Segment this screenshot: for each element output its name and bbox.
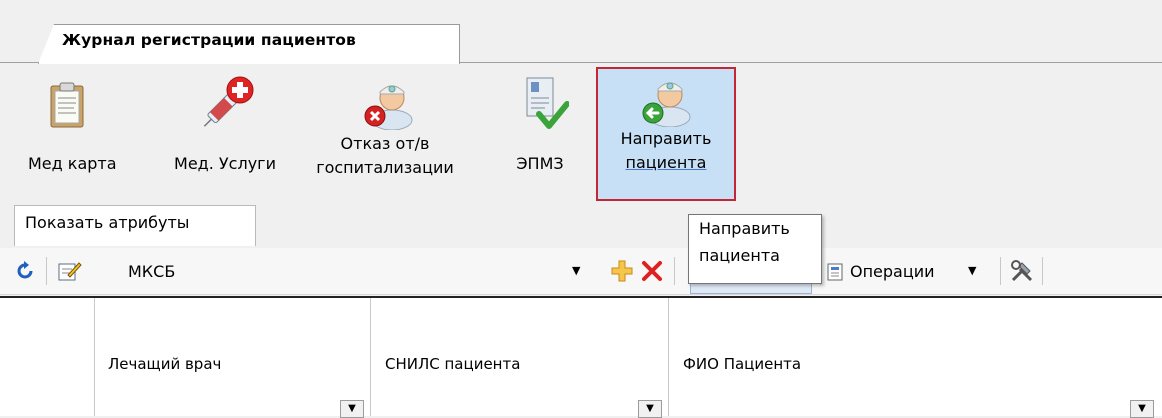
column-filter-button[interactable]: ▼ [1130, 400, 1154, 418]
add-icon[interactable] [611, 260, 633, 282]
column-separator [94, 298, 95, 416]
tools-icon[interactable] [1010, 259, 1034, 283]
refer-patient-label-1: Направить [620, 129, 712, 148]
tooltip-line-2: пациента [699, 246, 780, 265]
operations-label: Операции [850, 262, 935, 281]
edit-icon[interactable] [58, 260, 82, 282]
filter-select-value: МКСБ [128, 262, 176, 281]
operations-button[interactable]: Операции ▼ [826, 258, 994, 288]
tooltip-line-1: Направить [699, 219, 790, 238]
chevron-down-icon: ▼ [572, 264, 581, 277]
column-filter-button[interactable]: ▼ [340, 400, 364, 418]
toolbar-separator [46, 257, 47, 285]
operations-icon [827, 263, 843, 281]
med-services-button[interactable]: Мед. Услуги [155, 72, 295, 192]
refuse-hospitalization-button[interactable]: Отказ от/в госпитализации [310, 72, 460, 192]
epmz-label: ЭПМЗ [516, 154, 564, 173]
column-separator [370, 298, 371, 416]
column-filter-button[interactable]: ▼ [638, 400, 662, 418]
epmz-button[interactable]: ЭПМЗ [495, 72, 585, 192]
refer-patient-button[interactable]: Направить пациента [596, 67, 736, 201]
syringe-icon [203, 76, 254, 127]
refer-patient-label-2: пациента [625, 153, 707, 172]
refuse-hospitalization-label-1: Отказ от/в [340, 134, 430, 153]
tooltip: Направить пациента [688, 214, 822, 284]
doctor-refuse-icon [364, 85, 413, 130]
toolbar-separator [1042, 257, 1043, 285]
tab-show-attributes-label: Показать атрибуты [25, 213, 190, 232]
delete-icon[interactable] [641, 260, 663, 282]
med-card-label: Мед карта [28, 154, 117, 173]
chevron-down-icon: ▼ [1138, 403, 1146, 414]
chevron-down-icon: ▼ [646, 403, 654, 414]
document-check-icon [526, 77, 569, 129]
doctor-direct-icon [642, 82, 691, 127]
filter-select[interactable]: МКСБ ▼ [90, 258, 590, 286]
refuse-hospitalization-label-2: госпитализации [316, 158, 454, 177]
toolbar-separator [674, 257, 675, 285]
toolbar-separator [1000, 257, 1001, 285]
column-header-snils[interactable]: СНИЛС пациента [385, 355, 520, 373]
column-header-patient-name[interactable]: ФИО Пациента [683, 355, 801, 373]
med-card-button[interactable]: Мед карта [20, 72, 152, 192]
clipboard-icon [50, 82, 84, 128]
chevron-down-icon: ▼ [348, 403, 356, 414]
chevron-down-icon: ▼ [968, 264, 977, 277]
tab-patient-register-label: Журнал регистрации пациентов [62, 31, 356, 49]
refresh-icon[interactable] [14, 260, 36, 282]
med-services-label: Мед. Услуги [174, 154, 276, 173]
column-header-attending-doctor[interactable]: Лечащий врач [108, 355, 221, 373]
column-separator [668, 298, 669, 416]
